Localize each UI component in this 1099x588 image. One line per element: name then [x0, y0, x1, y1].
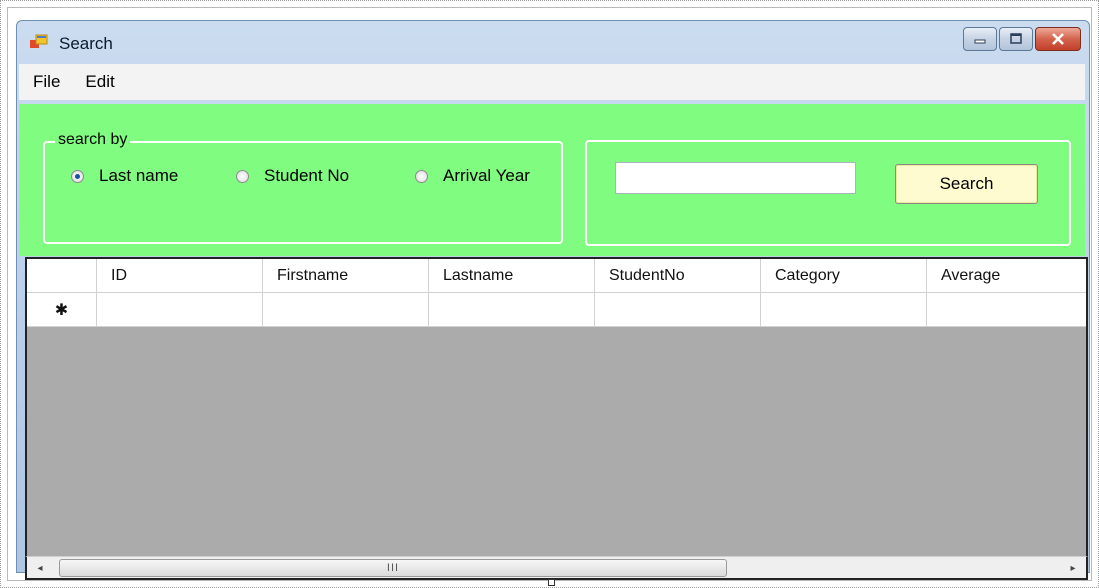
radio-arrival-year-label: Arrival Year	[443, 166, 530, 185]
radio-student-no[interactable]: Student No	[236, 166, 349, 186]
column-header-lastname[interactable]: Lastname	[429, 259, 595, 293]
column-header-category[interactable]: Category	[761, 259, 927, 293]
radio-arrival-year[interactable]: Arrival Year	[415, 166, 530, 186]
cell-id[interactable]	[97, 293, 263, 327]
student-data-grid[interactable]: ID Firstname Lastname StudentNo Category…	[25, 257, 1088, 556]
search-button[interactable]: Search	[895, 164, 1038, 204]
radio-unchecked-icon[interactable]	[415, 169, 428, 183]
close-button[interactable]	[1035, 27, 1081, 51]
radio-student-no-label: Student No	[264, 166, 350, 185]
title-bar[interactable]: Search	[17, 21, 1089, 63]
designer-resize-handle[interactable]	[548, 579, 555, 586]
maximize-icon	[1010, 33, 1022, 44]
search-input[interactable]	[615, 162, 856, 194]
app-form-icon	[30, 34, 48, 48]
search-groupbox: Search	[585, 140, 1071, 246]
column-header-studentno[interactable]: StudentNo	[595, 259, 761, 293]
grid-header-row: ID Firstname Lastname StudentNo Category…	[27, 259, 1086, 293]
minimize-button[interactable]	[963, 27, 997, 51]
column-header-id[interactable]: ID	[97, 259, 263, 293]
radio-last-name[interactable]: Last name	[71, 166, 178, 186]
scroll-grip-icon: III	[386, 562, 400, 574]
radio-checked-icon[interactable]	[71, 169, 84, 183]
radio-last-name-label: Last name	[99, 166, 179, 185]
cell-category[interactable]	[761, 293, 927, 327]
scroll-left-icon[interactable]: ◂	[29, 559, 51, 577]
menu-bar: File Edit	[19, 64, 1085, 100]
minimize-icon	[974, 39, 986, 44]
search-by-legend: search by	[55, 131, 131, 149]
row-header-corner[interactable]	[27, 259, 97, 293]
horizontal-scrollbar[interactable]: ◂ III ▸	[25, 556, 1088, 580]
search-by-groupbox: search by Last name Student No Arrival Y…	[43, 131, 563, 244]
window-title: Search	[59, 34, 113, 53]
radio-unchecked-icon[interactable]	[236, 169, 249, 183]
cell-lastname[interactable]	[429, 293, 595, 327]
close-icon	[1052, 33, 1064, 45]
grid-new-row[interactable]: ✱	[27, 293, 1086, 327]
column-header-firstname[interactable]: Firstname	[263, 259, 429, 293]
column-header-average[interactable]: Average	[927, 259, 1086, 293]
scroll-right-icon[interactable]: ▸	[1062, 559, 1084, 577]
menu-file[interactable]: File	[22, 72, 71, 92]
cell-average[interactable]	[927, 293, 1086, 327]
new-row-icon[interactable]: ✱	[27, 293, 97, 327]
menu-edit[interactable]: Edit	[74, 72, 125, 92]
cell-studentno[interactable]	[595, 293, 761, 327]
scroll-thumb[interactable]: III	[59, 559, 727, 577]
cell-firstname[interactable]	[263, 293, 429, 327]
maximize-button[interactable]	[999, 27, 1033, 51]
